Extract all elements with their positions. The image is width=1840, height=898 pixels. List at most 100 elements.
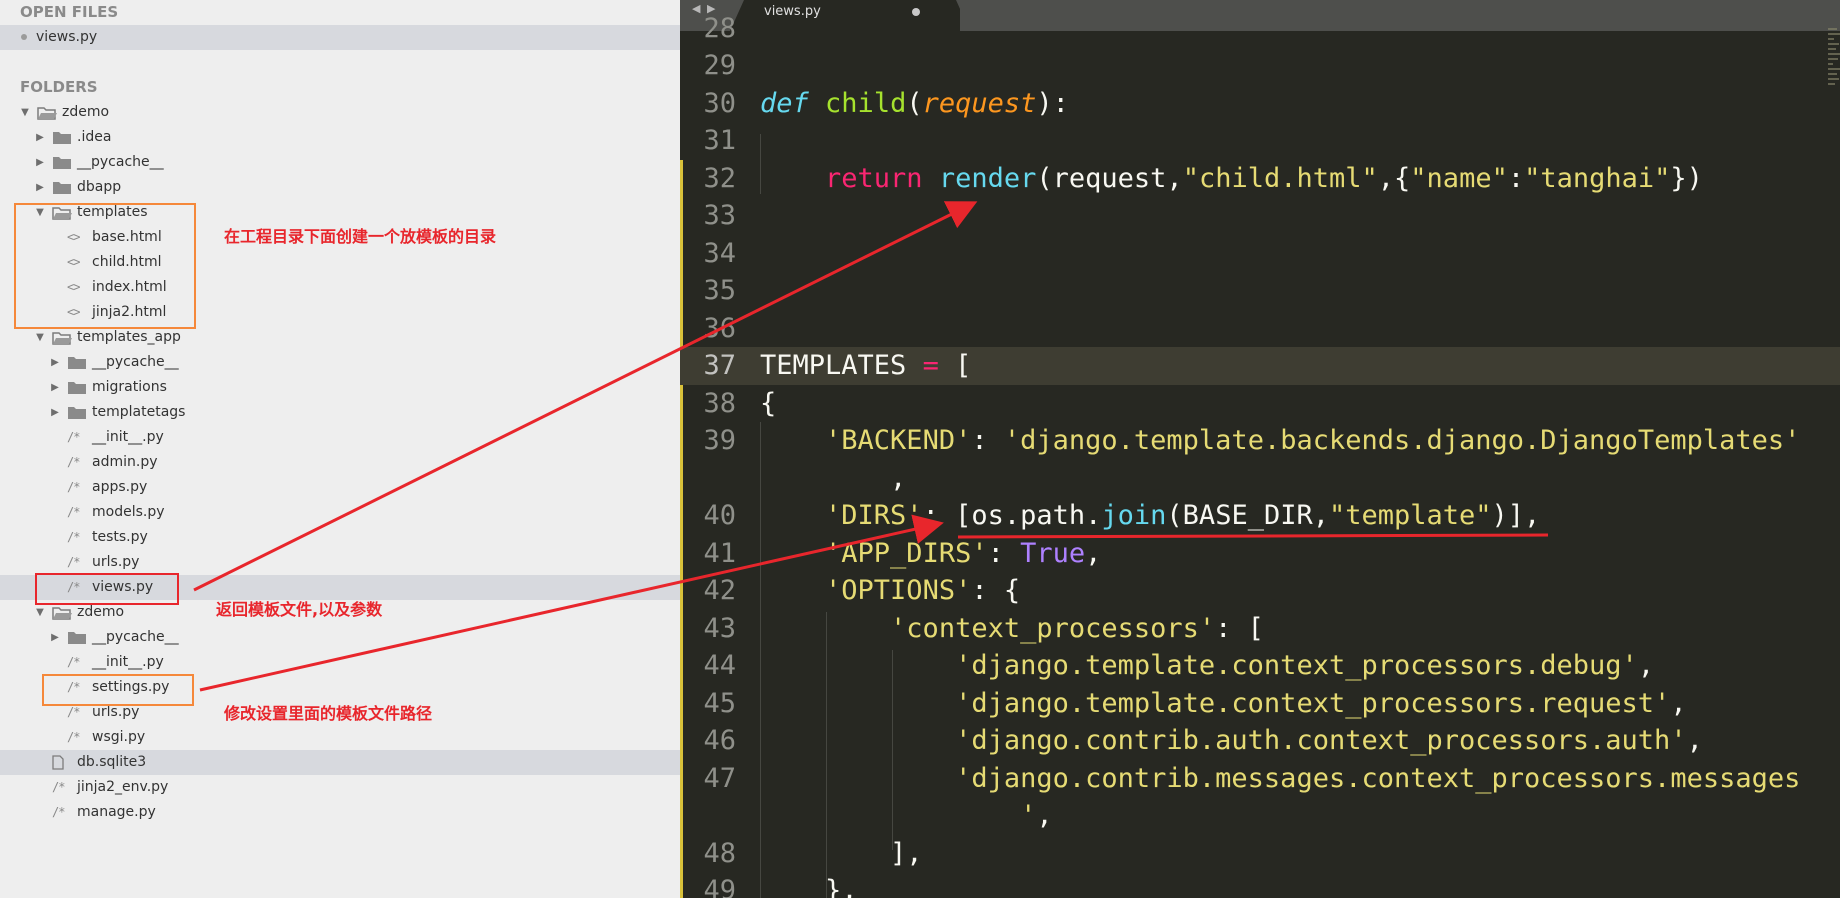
code-line-47: 'django.contrib.messages.context_process… — [955, 763, 1801, 794]
python-file-icon: /* — [67, 555, 80, 569]
disclosure-closed-icon[interactable]: ▶ — [35, 175, 45, 200]
code-line-37: TEMPLATES = [ — [760, 350, 972, 381]
tree-item-label: apps.py — [92, 479, 148, 495]
folder-icon — [67, 350, 87, 375]
disclosure-closed-icon[interactable]: ▶ — [50, 400, 60, 425]
code-line-47-wrap: ', — [1020, 800, 1053, 831]
line-number: 43 — [703, 613, 736, 644]
folder-icon — [52, 125, 72, 150]
python-file-icon: /* — [67, 730, 80, 744]
disclosure-closed-icon[interactable]: ▶ — [35, 125, 45, 150]
line-number: 48 — [703, 838, 736, 869]
folder-icon — [67, 400, 87, 425]
folder-icon — [52, 150, 72, 175]
tree-item-label: __pycache__ — [77, 154, 164, 170]
line-number: 47 — [703, 763, 736, 794]
tree-item[interactable]: ▶ __pycache__ — [0, 350, 680, 375]
views-py-highlight-box — [35, 573, 179, 605]
code-line-38: { — [760, 388, 777, 419]
line-number: 45 — [703, 688, 736, 719]
tree-item[interactable]: /* jinja2_env.py — [0, 775, 680, 800]
tree-item[interactable]: /* models.py — [0, 500, 680, 525]
minimap[interactable] — [1828, 28, 1840, 158]
tree-item-label: wsgi.py — [92, 729, 146, 745]
tree-item-label: templatetags — [92, 404, 186, 420]
folder-open-icon — [37, 100, 57, 125]
tree-item-label: .idea — [77, 129, 112, 145]
tree-item-label: jinja2_env.py — [77, 779, 169, 795]
line-number: 32 — [703, 163, 736, 194]
line-number: 44 — [703, 650, 736, 681]
unsaved-dot-icon — [21, 34, 27, 40]
code-line-32: return render(request,"child.html",{"nam… — [825, 163, 1703, 194]
disclosure-open-icon[interactable]: ▼ — [20, 100, 30, 125]
tree-item[interactable]: ▶ __pycache__ — [0, 150, 680, 175]
tree-item[interactable]: db.sqlite3 — [0, 750, 680, 775]
line-number: 40 — [703, 500, 736, 531]
tree-item[interactable]: /* tests.py — [0, 525, 680, 550]
tree-item[interactable]: ▼ zdemo — [0, 100, 680, 125]
tree-item-label: dbapp — [77, 179, 122, 195]
line-number: 28 — [703, 13, 736, 44]
python-file-icon: /* — [52, 805, 65, 819]
file-icon — [52, 750, 64, 775]
tree-item[interactable]: ▶ templatetags — [0, 400, 680, 425]
code-editor[interactable]: ◀ ▶ views.py 28 29 30 31 32 33 34 35 36 37 38 39 40 4… — [680, 0, 1840, 898]
disclosure-closed-icon[interactable]: ▶ — [50, 625, 60, 650]
line-number: 35 — [703, 275, 736, 306]
tree-item[interactable]: /* apps.py — [0, 475, 680, 500]
tree-item[interactable]: /* manage.py — [0, 800, 680, 825]
python-file-icon: /* — [67, 655, 80, 669]
tree-item[interactable]: /* urls.py — [0, 550, 680, 575]
disclosure-closed-icon[interactable]: ▶ — [50, 375, 60, 400]
tree-item[interactable]: ▶ migrations — [0, 375, 680, 400]
sidebar: OPEN FILES views.py FOLDERS ▼ zdemo ▶ .idea… — [0, 0, 680, 898]
folders-header: FOLDERS — [20, 78, 98, 96]
line-number: 34 — [703, 238, 736, 269]
python-file-icon: /* — [67, 430, 80, 444]
tab-bar: ◀ ▶ views.py — [680, 0, 1840, 31]
tree-item[interactable]: /* admin.py — [0, 450, 680, 475]
code-line-39-wrap: , — [760, 463, 907, 494]
tree-item-label: __pycache__ — [92, 629, 179, 645]
code-line-40: 'DIRS': [os.path.join(BASE_DIR,"template… — [825, 500, 1541, 531]
tree-item[interactable]: /* __init__.py — [0, 650, 680, 675]
tab-views-py[interactable]: views.py — [764, 4, 821, 19]
folder-icon — [52, 175, 72, 200]
tree-item-label: models.py — [92, 504, 165, 520]
templates-annotation: 在工程目录下面创建一个放模板的目录 — [224, 227, 497, 246]
disclosure-closed-icon[interactable]: ▶ — [50, 350, 60, 375]
code-line-48: ], — [760, 838, 923, 869]
line-number: 41 — [703, 538, 736, 569]
settings-annotation: 修改设置里面的模板文件路径 — [224, 704, 433, 723]
line-number: 46 — [703, 725, 736, 756]
line-number: 42 — [703, 575, 736, 606]
code-line-39: 'BACKEND': 'django.template.backends.dja… — [825, 425, 1801, 456]
code-line-41: 'APP_DIRS': True, — [825, 538, 1102, 569]
views-annotation: 返回模板文件,以及参数 — [216, 600, 383, 619]
tree-item-label: urls.py — [92, 554, 140, 570]
tree-item-label: tests.py — [92, 529, 148, 545]
open-file-item[interactable]: views.py — [0, 25, 680, 50]
code-line-30: def child(request): — [760, 88, 1069, 119]
line-number: 29 — [703, 50, 736, 81]
python-file-icon: /* — [67, 530, 80, 544]
tree-item[interactable]: /* wsgi.py — [0, 725, 680, 750]
tree-item[interactable]: ▶ __pycache__ — [0, 625, 680, 650]
tree-item-label: manage.py — [77, 804, 156, 820]
tree-item-label: __pycache__ — [92, 354, 179, 370]
disclosure-closed-icon[interactable]: ▶ — [35, 150, 45, 175]
python-file-icon: /* — [52, 780, 65, 794]
folder-icon — [67, 375, 87, 400]
tree-item-label: admin.py — [92, 454, 158, 470]
line-number: 36 — [703, 313, 736, 344]
settings-py-highlight-box — [42, 674, 194, 706]
tree-item[interactable]: /* __init__.py — [0, 425, 680, 450]
code-line-42: 'OPTIONS': { — [825, 575, 1021, 606]
line-number: 38 — [703, 388, 736, 419]
code-line-46: 'django.contrib.auth.context_processors.… — [955, 725, 1703, 756]
tree-item[interactable]: ▶ dbapp — [0, 175, 680, 200]
tree-item[interactable]: ▶ .idea — [0, 125, 680, 150]
tab-modified-dot-icon[interactable] — [912, 8, 920, 16]
tree-item-label: __init__.py — [92, 429, 164, 445]
